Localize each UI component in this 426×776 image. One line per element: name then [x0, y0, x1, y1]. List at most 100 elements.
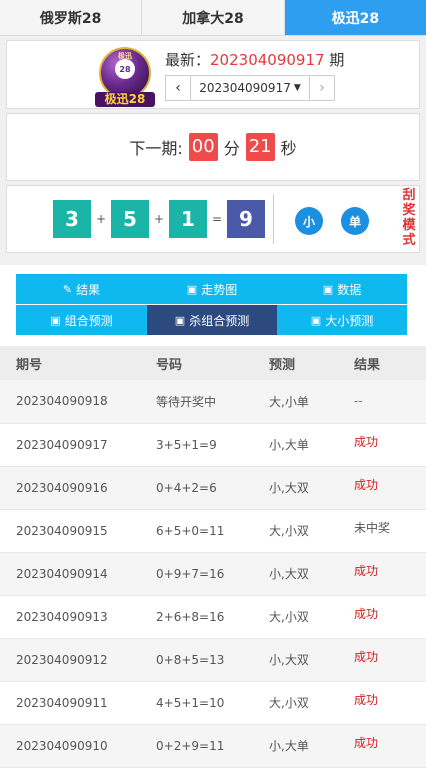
seconds-unit: 秒 [280, 139, 297, 158]
cell-result: 成功 [354, 606, 379, 621]
tab-label: 数据 [337, 282, 362, 297]
tab-results[interactable]: ✎ 结果 [16, 274, 147, 304]
tab-data[interactable]: ▣ 数据 [277, 274, 407, 304]
table-row: 202304090913 2+6+8=16 大,小双 成功 [0, 595, 426, 638]
cell-result: 成功 [354, 477, 379, 492]
digit-1: 3 [53, 200, 91, 238]
result-sum: 9 [227, 200, 265, 238]
cell-result: 成功 [354, 563, 379, 578]
main-content: ✎ 结果 ▣ 走势图 ▣ 数据 ▣ 组合预测 ▣ 杀组合预测 ▣ 大小预测 期号 号码 预测… [0, 265, 426, 776]
col-result: 结果 [354, 357, 381, 373]
data-icon: ▣ [322, 282, 334, 296]
cell-issue: 202304090911 [16, 695, 108, 710]
table-row: 202304090915 6+5+0=11 大,小双 未中奖 [0, 509, 426, 552]
plus-sign: + [153, 212, 165, 226]
selected-issue: 202304090917 [199, 81, 291, 95]
result-digits: 3 + 5 + 1 = 9 [53, 200, 265, 238]
cell-result: -- [354, 394, 363, 409]
table-row: 202304090918 等待开奖中 大,小单 -- [0, 380, 426, 423]
size-badge: 小 [295, 207, 323, 235]
issue-select[interactable]: 202304090917 ▼ [191, 75, 309, 101]
col-prediction: 预测 [269, 357, 296, 373]
cell-numbers: 3+5+1=9 [156, 437, 217, 452]
equals-sign: = [211, 212, 223, 226]
logo: 极迅 28 极迅28 [95, 47, 155, 107]
cell-numbers: 2+6+8=16 [156, 609, 225, 624]
latest-issue-number: 202304090917 [210, 51, 325, 69]
tab-label: 杀组合预测 [189, 313, 250, 328]
cell-prediction: 大,小双 [269, 610, 309, 624]
cell-numbers: 0+9+7=16 [156, 566, 225, 581]
cell-prediction: 大,小双 [269, 696, 309, 710]
chevron-left-icon: ‹ [175, 80, 181, 96]
table-row: 202304090911 4+5+1=10 大,小双 成功 [0, 681, 426, 724]
col-numbers: 号码 [156, 357, 183, 373]
cell-issue: 202304090917 [16, 437, 108, 452]
cell-prediction: 小,大双 [269, 567, 309, 581]
tab-label: 组合预测 [64, 313, 113, 328]
cell-issue: 202304090915 [16, 523, 108, 538]
minutes-unit: 分 [223, 139, 240, 158]
logo-ball-number: 28 [115, 59, 135, 79]
table-row: 202304090912 0+8+5=13 小,大双 成功 [0, 638, 426, 681]
plus-sign: + [95, 212, 107, 226]
cell-numbers: 4+5+1=10 [156, 695, 225, 710]
cell-numbers: 6+5+0=11 [156, 523, 225, 538]
prediction-table: 期号 号码 预测 结果 202304090918 等待开奖中 大,小单 -- 20230… [0, 346, 426, 768]
cell-numbers: 0+4+2=6 [156, 480, 217, 495]
cell-issue: 202304090913 [16, 609, 108, 624]
issue-suffix: 期 [329, 51, 345, 69]
countdown-minutes: 00 [188, 133, 218, 161]
tab-size-prediction[interactable]: ▣ 大小预测 [277, 305, 407, 335]
latest-issue: 最新：202304090917 期 [165, 49, 344, 70]
next-issue-button[interactable]: › [309, 75, 335, 101]
tab-label: 结果 [76, 282, 101, 297]
countdown-label: 下一期: [129, 139, 183, 158]
tab-trend[interactable]: ▣ 走势图 [147, 274, 277, 304]
prev-issue-button[interactable]: ‹ [165, 75, 191, 101]
table-header: 期号 号码 预测 结果 [0, 346, 426, 380]
result-panel: 3 + 5 + 1 = 9 小 单 刮奖模式 [6, 185, 420, 253]
cell-prediction: 小,大双 [269, 653, 309, 667]
cell-prediction: 大,小单 [269, 394, 309, 409]
top-nav: 俄罗斯28 加拿大28 极迅28 [0, 0, 426, 36]
cell-issue: 202304090918 [16, 394, 108, 409]
function-tabs: ✎ 结果 ▣ 走势图 ▣ 数据 ▣ 组合预测 ▣ 杀组合预测 ▣ 大小预测 [16, 274, 407, 335]
tab-canada28[interactable]: 加拿大28 [142, 0, 285, 35]
latest-label: 最新： [165, 51, 211, 69]
tab-kill-combo-prediction[interactable]: ▣ 杀组合预测 [147, 305, 277, 335]
header-panel: 极迅 28 极迅28 最新：202304090917 期 ‹ 202304090… [6, 40, 420, 109]
col-issue: 期号 [16, 357, 43, 373]
issue-selector: ‹ 202304090917 ▼ › [165, 75, 344, 101]
tab-label: 大小预测 [325, 313, 374, 328]
cell-issue: 202304090912 [16, 652, 108, 667]
tab-label: 走势图 [201, 282, 238, 297]
cell-result: 未中奖 [354, 520, 391, 535]
issue-info: 最新：202304090917 期 ‹ 202304090917 ▼ › [165, 49, 344, 101]
cell-numbers: 等待开奖中 [156, 394, 217, 409]
cell-prediction: 小,大单 [269, 438, 309, 452]
scratch-mode-link[interactable]: 刮奖模式 [401, 188, 417, 248]
caret-down-icon: ▼ [293, 83, 301, 93]
divider [273, 194, 274, 244]
cell-result: 成功 [354, 649, 379, 664]
tab-jixun28[interactable]: 极迅28 [284, 0, 426, 35]
chart-icon: ▣ [186, 282, 198, 296]
countdown-panel: 下一期: 00 分 21 秒 [6, 113, 420, 181]
key-icon: ✎ [62, 282, 73, 296]
table-row: 202304090917 3+5+1=9 小,大单 成功 [0, 423, 426, 466]
cell-issue: 202304090914 [16, 566, 108, 581]
chart-icon: ▣ [50, 313, 61, 327]
cell-result: 成功 [354, 434, 379, 449]
cell-issue: 202304090916 [16, 480, 108, 495]
table-row: 202304090914 0+9+7=16 小,大双 成功 [0, 552, 426, 595]
table-row: 202304090910 0+2+9=11 小,大单 成功 [0, 724, 426, 767]
logo-text: 极迅28 [95, 92, 155, 107]
chart-icon: ▣ [174, 313, 186, 327]
tab-russia28[interactable]: 俄罗斯28 [0, 0, 143, 35]
digit-3: 1 [169, 200, 207, 238]
cell-numbers: 0+8+5=13 [156, 652, 225, 667]
chart-icon: ▣ [310, 313, 322, 327]
tab-combo-prediction[interactable]: ▣ 组合预测 [16, 305, 147, 335]
cell-prediction: 小,大双 [269, 481, 309, 495]
